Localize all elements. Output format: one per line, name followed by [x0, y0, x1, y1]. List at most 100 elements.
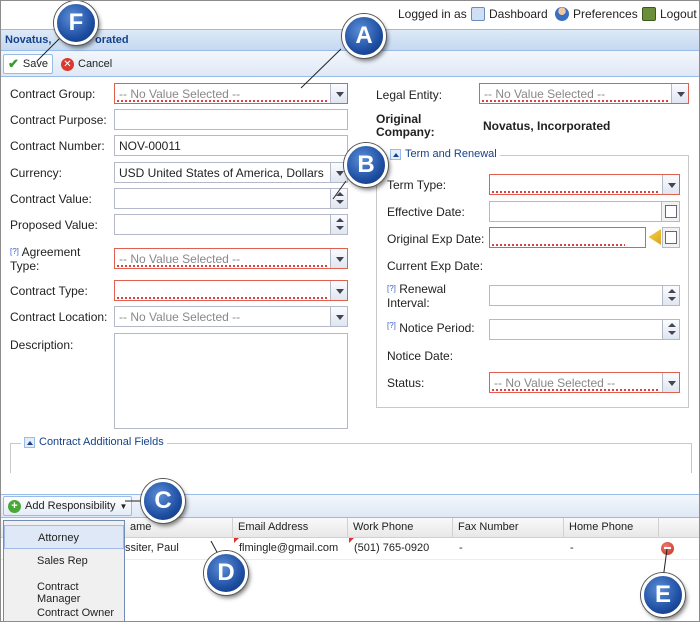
agreement-type-placeholder: -- No Value Selected --: [119, 252, 241, 266]
dashboard-link[interactable]: Dashboard: [471, 7, 548, 21]
spinner-icon[interactable]: [662, 320, 679, 339]
additional-fields-legend[interactable]: Contract Additional Fields: [21, 436, 167, 448]
contract-purpose-label: Contract Purpose:: [10, 113, 107, 127]
add-responsibility-button[interactable]: + Add Responsibility ▼: [3, 496, 133, 516]
contract-type-select[interactable]: [114, 280, 348, 301]
notice-period-text: Notice Period:: [399, 321, 475, 335]
help-hint-icon[interactable]: [?]: [10, 247, 19, 256]
spinner-icon[interactable]: [330, 189, 347, 208]
column-header-email[interactable]: Email Address: [233, 518, 348, 538]
column-header-work-phone[interactable]: Work Phone: [348, 518, 453, 538]
additional-fields-title: Contract Additional Fields: [39, 436, 164, 448]
notice-period-label: [?] Notice Period:: [387, 321, 475, 335]
chevron-down-icon[interactable]: [330, 281, 347, 300]
logged-in-text: Logged in as: [398, 7, 467, 21]
notice-date-label: Notice Date:: [387, 349, 454, 363]
row-name: ssiter, Paul: [125, 542, 179, 554]
effective-date-input[interactable]: [489, 201, 680, 222]
contract-group-select[interactable]: -- No Value Selected --: [114, 83, 348, 104]
user-icon: [555, 7, 569, 21]
renewal-interval-label: [?] Renewal Interval:: [387, 282, 446, 310]
callout-c: C: [141, 479, 185, 523]
menu-item-sales-rep[interactable]: Sales Rep: [4, 549, 124, 573]
original-exp-date-input[interactable]: [489, 227, 646, 248]
dashboard-label: Dashboard: [489, 7, 548, 21]
term-renewal-legend[interactable]: Term and Renewal: [387, 148, 500, 160]
term-type-label: Term Type:: [387, 178, 447, 192]
calendar-icon[interactable]: [663, 228, 679, 247]
help-hint-icon[interactable]: [?]: [387, 321, 396, 330]
add-responsibility-menu: Attorney Sales Rep Contract Manager Cont…: [3, 520, 125, 621]
contract-editor-window: Logged in as Dashboard Preferences Logou…: [0, 0, 700, 622]
cancel-button[interactable]: ✕ Cancel: [57, 54, 116, 74]
term-type-select[interactable]: [489, 174, 680, 195]
column-header-fax[interactable]: Fax Number: [453, 518, 564, 538]
callout-f: F: [54, 1, 98, 45]
current-exp-date-label: Current Exp Date:: [387, 259, 484, 273]
proposed-value-label: Proposed Value:: [10, 218, 98, 232]
renewal-interval-label-2: Interval:: [387, 296, 430, 310]
help-hint-icon[interactable]: [?]: [387, 284, 396, 293]
contract-purpose-input[interactable]: [114, 109, 348, 130]
logout-link[interactable]: Logout: [642, 7, 697, 21]
description-textarea[interactable]: [114, 333, 348, 429]
chevron-down-icon[interactable]: [330, 307, 347, 326]
chevron-down-icon[interactable]: [671, 84, 688, 103]
save-button[interactable]: ✔ Save: [3, 54, 53, 74]
currency-select[interactable]: USD United States of America, Dollars: [114, 162, 348, 183]
dashboard-icon: [471, 7, 485, 21]
menu-item-contract-manager[interactable]: Contract Manager: [4, 575, 124, 605]
collapse-icon[interactable]: [390, 148, 401, 160]
chevron-down-icon[interactable]: [330, 249, 347, 268]
description-label: Description:: [10, 338, 74, 352]
legal-entity-placeholder: -- No Value Selected --: [484, 87, 606, 101]
add-responsibility-label: Add Responsibility: [25, 500, 116, 512]
notice-period-input[interactable]: [489, 319, 680, 340]
contract-type-label: Contract Type:: [10, 284, 88, 298]
status-placeholder: -- No Value Selected --: [494, 376, 616, 390]
menu-item-contract-owner[interactable]: Contract Owner: [4, 601, 124, 621]
contract-value-input[interactable]: [114, 188, 348, 209]
column-header-home-phone[interactable]: Home Phone: [564, 518, 659, 538]
menu-item-attorney[interactable]: Attorney: [4, 525, 124, 549]
original-company-label-2: Company:: [376, 125, 435, 139]
responsibility-toolbar: + Add Responsibility ▼: [1, 494, 699, 518]
status-label: Status:: [387, 376, 425, 390]
calendar-icon[interactable]: [661, 202, 679, 221]
callout-d: D: [204, 551, 248, 595]
contract-number-input[interactable]: NOV-00011: [114, 135, 348, 156]
callout-a: A: [342, 14, 386, 58]
cancel-icon: ✕: [61, 57, 74, 71]
agreement-type-label: [?] Agreement Type:: [10, 245, 80, 273]
dropdown-arrow-icon: ▼: [119, 501, 128, 511]
checkmark-icon: ✔: [8, 56, 19, 71]
agreement-type-label-1: Agreement: [21, 245, 81, 259]
column-header-name[interactable]: ame: [125, 518, 233, 538]
chevron-down-icon[interactable]: [330, 84, 347, 103]
window-title: Novatus,: [5, 34, 52, 46]
collapse-icon[interactable]: [24, 436, 35, 448]
preferences-link[interactable]: Preferences: [555, 7, 638, 21]
save-label: Save: [22, 58, 48, 70]
contract-location-select[interactable]: -- No Value Selected --: [114, 306, 348, 327]
agreement-type-label-2: Type:: [10, 259, 40, 273]
agreement-type-select[interactable]: -- No Value Selected --: [114, 248, 348, 269]
contract-location-placeholder: -- No Value Selected --: [119, 310, 241, 324]
term-renewal-title: Term and Renewal: [405, 148, 497, 160]
original-exp-date-calendar[interactable]: [662, 227, 680, 248]
spinner-icon[interactable]: [330, 215, 347, 234]
original-company-label-1: Original: [376, 112, 422, 126]
proposed-value-input[interactable]: [114, 214, 348, 235]
chevron-down-icon[interactable]: [662, 175, 679, 194]
chevron-down-icon[interactable]: [662, 373, 679, 392]
legal-entity-select[interactable]: -- No Value Selected --: [479, 83, 689, 104]
row-fax: -: [459, 542, 463, 554]
contract-group-label: Contract Group:: [10, 87, 96, 101]
renewal-interval-input[interactable]: [489, 285, 680, 306]
spinner-icon[interactable]: [662, 286, 679, 305]
row-email: flmingle@gmail.com: [239, 542, 339, 554]
status-select[interactable]: -- No Value Selected --: [489, 372, 680, 393]
remove-row-icon[interactable]: [661, 542, 674, 555]
renewal-interval-label-1: Renewal: [399, 282, 446, 296]
form-toolbar: ✔ Save ✕ Cancel: [1, 51, 699, 77]
